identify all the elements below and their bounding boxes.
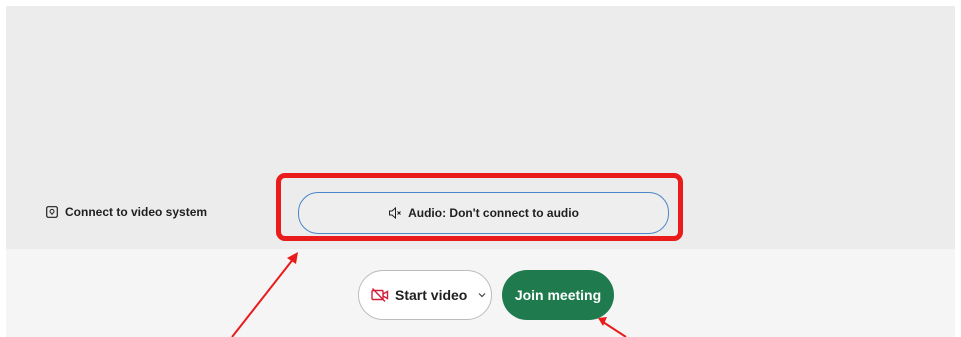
start-video-button[interactable]: Start video	[358, 270, 492, 320]
join-meeting-label: Join meeting	[514, 287, 602, 303]
start-video-label: Start video	[395, 287, 468, 303]
chevron-down-icon[interactable]	[477, 290, 487, 300]
meeting-preview-screen: Connect to video system Audio: Don't con…	[6, 6, 955, 337]
camera-off-icon	[371, 288, 389, 302]
video-system-icon	[46, 206, 58, 218]
audio-option-label: Audio: Don't connect to audio	[408, 206, 579, 220]
connect-video-system-button[interactable]: Connect to video system	[46, 205, 207, 219]
speaker-muted-icon	[389, 206, 401, 220]
join-meeting-button[interactable]: Join meeting	[502, 270, 614, 320]
connect-video-system-label: Connect to video system	[65, 205, 208, 219]
audio-option-button[interactable]: Audio: Don't connect to audio	[298, 192, 669, 234]
